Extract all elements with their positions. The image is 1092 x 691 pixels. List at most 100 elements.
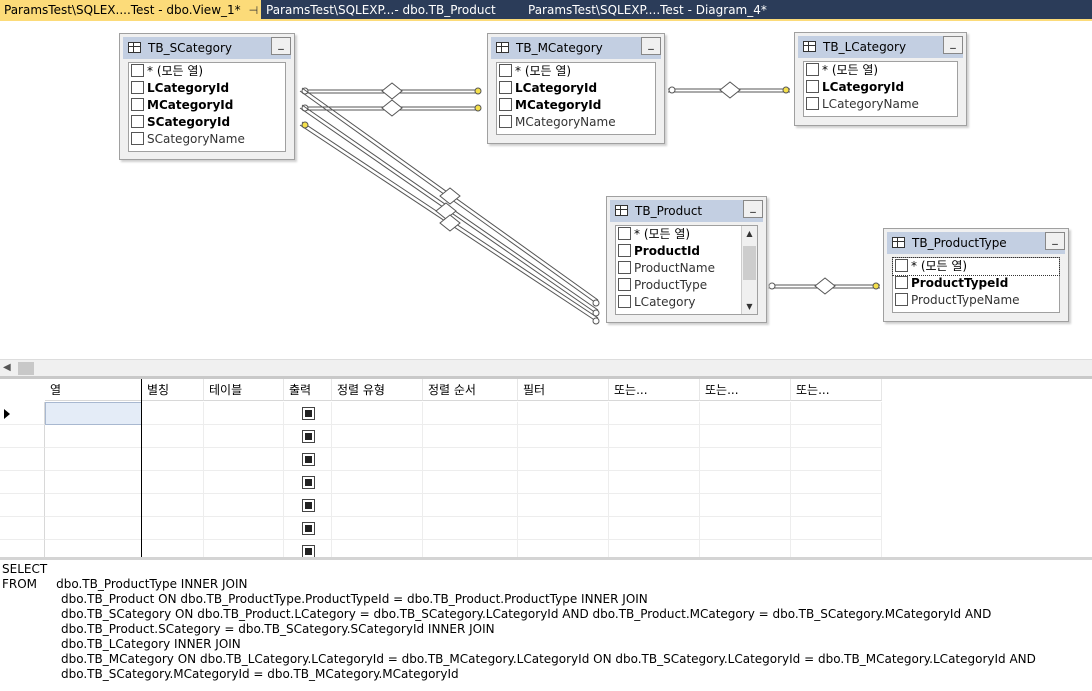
column-row[interactable]: MCategoryId [129,97,285,114]
grid-header-alias[interactable]: 별칭 [142,379,204,401]
grid-cell[interactable] [284,402,332,425]
minimize-button[interactable]: _ [743,200,763,218]
relation-mcat-lcat[interactable] [668,81,790,99]
output-checkbox[interactable] [302,522,315,535]
grid-cell[interactable] [332,494,423,517]
grid-cell[interactable] [700,540,791,557]
grid-cell[interactable] [45,494,142,517]
grid-cell[interactable] [518,402,609,425]
tab-view-1[interactable]: ParamsTest\SQLEX....Test - dbo.View_1*⊣× [0,0,261,21]
grid-cell[interactable] [45,425,142,448]
column-row[interactable]: MCategoryId [497,97,655,114]
grid-row-selector[interactable] [0,402,45,425]
column-row[interactable]: LCategoryId [497,80,655,97]
grid-cell[interactable] [609,494,700,517]
scroll-thumb[interactable] [18,362,34,375]
grid-cell[interactable] [423,540,518,557]
column-checkbox[interactable] [806,63,819,76]
column-checkbox[interactable] [618,244,631,257]
diagram-horizontal-scrollbar[interactable]: ◀ [0,359,1092,376]
grid-cell[interactable] [700,402,791,425]
grid-cell[interactable] [284,448,332,471]
grid-cell[interactable] [609,540,700,557]
grid-cell[interactable] [518,540,609,557]
grid-cell[interactable] [423,471,518,494]
grid-cell[interactable] [518,517,609,540]
grid-cell[interactable] [423,402,518,425]
grid-cell[interactable] [609,448,700,471]
grid-cell[interactable] [518,471,609,494]
column-checkbox[interactable] [895,293,908,306]
grid-cell[interactable] [423,425,518,448]
column-checkbox[interactable] [806,97,819,110]
grid-cell[interactable] [423,448,518,471]
column-row[interactable]: ProductId [616,243,757,260]
column-checkbox[interactable] [131,64,144,77]
column-checkbox[interactable] [618,227,631,240]
column-row[interactable]: ProductTypeId [893,275,1059,292]
output-checkbox[interactable] [302,430,315,443]
grid-header-column[interactable]: 열 [45,379,142,401]
grid-cell[interactable] [791,494,882,517]
column-checkbox[interactable] [806,80,819,93]
minimize-button[interactable]: _ [943,36,963,54]
minimize-button[interactable]: _ [271,37,291,55]
column-row[interactable]: SCategoryName [129,131,285,148]
output-checkbox[interactable] [302,453,315,466]
grid-cell[interactable] [609,471,700,494]
grid-cell[interactable] [142,517,204,540]
grid-cell[interactable] [700,425,791,448]
column-row-all[interactable]: * (모든 열) [892,257,1060,276]
column-row[interactable]: LCategory [616,294,757,311]
grid-cell[interactable] [332,540,423,557]
grid-row-selector[interactable] [0,448,45,471]
relation-product-producttype[interactable] [768,277,880,295]
column-checkbox[interactable] [895,276,908,289]
grid-cell[interactable] [423,517,518,540]
grid-header-sort-order[interactable]: 정렬 순서 [423,379,518,401]
grid-cell[interactable] [45,471,142,494]
output-checkbox[interactable] [302,499,315,512]
column-row[interactable]: LCategoryId [804,79,957,96]
scroll-left-icon[interactable]: ◀ [3,360,11,376]
column-checkbox[interactable] [618,295,631,308]
grid-cell[interactable] [791,540,882,557]
grid-cell[interactable] [700,494,791,517]
grid-cell[interactable] [45,402,142,425]
grid-cell[interactable] [142,448,204,471]
grid-cell[interactable] [332,402,423,425]
grid-cell[interactable] [142,494,204,517]
column-checkbox[interactable] [499,98,512,111]
column-checkbox[interactable] [131,132,144,145]
output-checkbox[interactable] [302,407,315,420]
grid-header-filter[interactable]: 필터 [518,379,609,401]
grid-cell[interactable] [284,471,332,494]
column-checkbox[interactable] [131,81,144,94]
grid-cell[interactable] [791,425,882,448]
grid-cell[interactable] [332,425,423,448]
grid-cell[interactable] [284,425,332,448]
grid-cell[interactable] [518,494,609,517]
grid-cell[interactable] [518,425,609,448]
table-tb-scategory[interactable]: TB_SCategory _ * (모든 열) LCategoryId MCat… [119,33,295,160]
output-checkbox[interactable] [302,545,315,557]
grid-cell[interactable] [332,471,423,494]
relation-scat-mcat-lcat[interactable] [301,82,482,100]
grid-cell[interactable] [204,448,284,471]
grid-cell[interactable] [791,448,882,471]
grid-row-selector[interactable] [0,494,45,517]
column-row[interactable]: MCategoryName [497,114,655,131]
grid-cell[interactable] [609,402,700,425]
grid-cell[interactable] [45,448,142,471]
column-row[interactable]: SCategoryId [129,114,285,131]
grid-cell[interactable] [204,425,284,448]
grid-cell[interactable] [142,402,204,425]
grid-cell[interactable] [284,494,332,517]
column-checkbox[interactable] [618,261,631,274]
grid-cell[interactable] [609,517,700,540]
grid-cell[interactable] [45,517,142,540]
column-checkbox[interactable] [499,64,512,77]
grid-header-sort-type[interactable]: 정렬 유형 [332,379,423,401]
sql-pane[interactable]: SELECT FROM dbo.TB_ProductType INNER JOI… [0,560,1092,691]
diagram-pane[interactable]: TB_SCategory _ * (모든 열) LCategoryId MCat… [0,21,1092,359]
